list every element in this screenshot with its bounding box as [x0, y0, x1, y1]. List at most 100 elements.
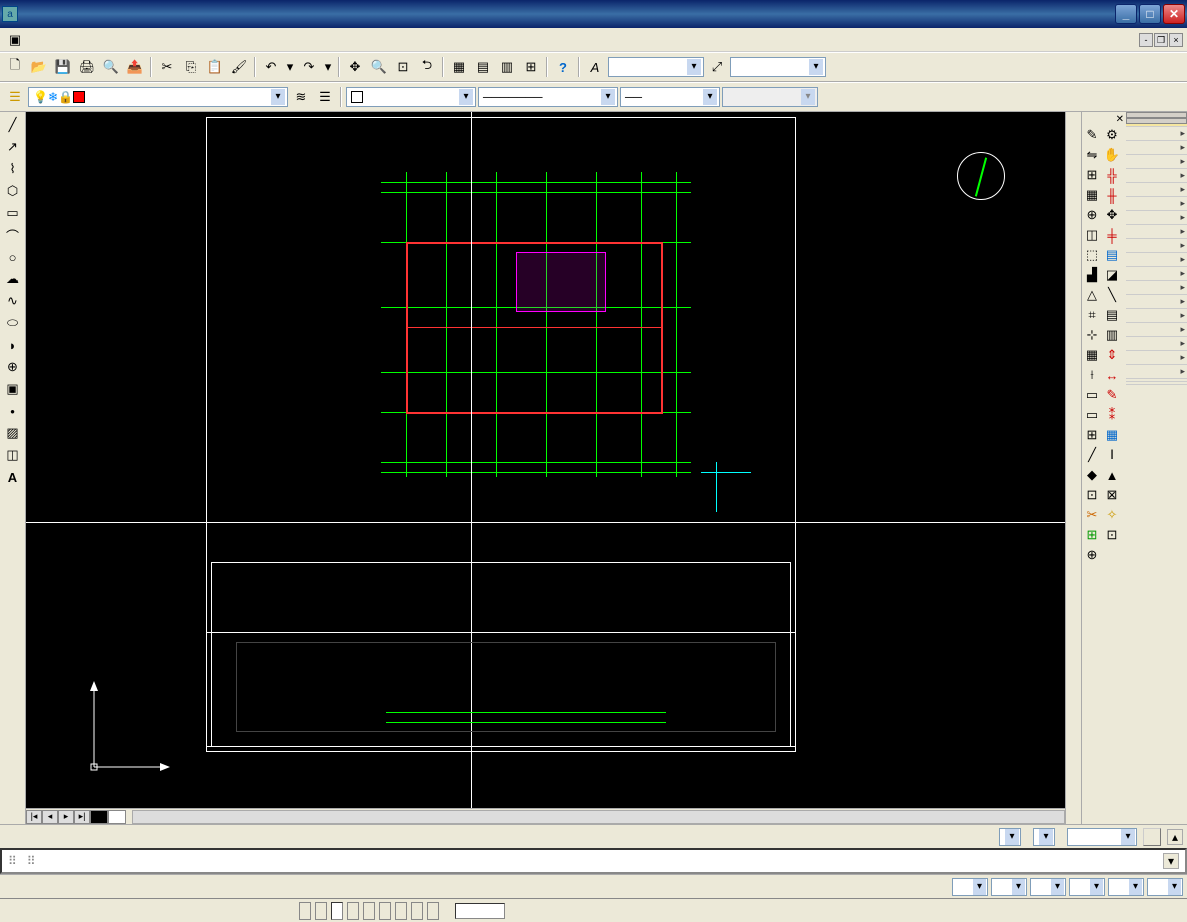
scroll-first[interactable]: |◂	[26, 810, 42, 824]
menu-tools[interactable]	[86, 38, 98, 42]
tssd-item-solid[interactable]: ▸	[1126, 351, 1187, 365]
textstyle-icon[interactable]: A	[584, 56, 606, 78]
plot-scale-combo[interactable]	[1033, 828, 1055, 846]
rt-balc-icon[interactable]: ◪	[1102, 265, 1122, 285]
scroll-next[interactable]: ▸	[58, 810, 74, 824]
ellipse-tool[interactable]: ⬭	[2, 312, 24, 334]
line-tool[interactable]: ╱	[2, 114, 24, 136]
rt-text2-icon[interactable]: ✎	[1102, 385, 1122, 405]
rt-slab2-icon[interactable]: ▤	[1102, 245, 1122, 265]
rectangle-tool[interactable]: ▭	[2, 202, 24, 224]
ellipsearc-tool[interactable]: ◗	[2, 334, 24, 356]
hatch-tool[interactable]: ▨	[2, 422, 24, 444]
draw-scale-combo[interactable]	[999, 828, 1021, 846]
rt-ttool2-icon[interactable]: ⁑	[1102, 405, 1122, 425]
tssd-item-wall[interactable]: ▸	[1126, 183, 1187, 197]
xline-tool[interactable]: ↗	[2, 136, 24, 158]
menu-tstools[interactable]	[230, 38, 242, 42]
rt-line-icon[interactable]: ╲	[1102, 285, 1122, 305]
mdi-restore[interactable]: ❐	[1154, 33, 1168, 47]
layer-prev-button[interactable]: ≋	[290, 86, 312, 108]
cut-button[interactable]: ✂	[156, 56, 178, 78]
revcloud-tool[interactable]: ☁	[2, 268, 24, 290]
dimstyle-icon[interactable]: ⤢	[706, 56, 728, 78]
rt-grid-icon[interactable]: ╬	[1102, 165, 1122, 185]
lwt-toggle[interactable]	[395, 902, 407, 920]
dbconnect-button[interactable]: ⊞	[520, 56, 542, 78]
menu-zoom[interactable]	[182, 38, 194, 42]
plotstyle-combo[interactable]	[722, 87, 818, 107]
region-tool[interactable]: ◫	[2, 444, 24, 466]
combo-a[interactable]	[952, 878, 988, 896]
rt-extra-icon[interactable]: ⊕	[1082, 545, 1102, 565]
menu-insert[interactable]	[62, 38, 74, 42]
rt-text-icon[interactable]: ▭	[1082, 385, 1102, 405]
mdi-close[interactable]: ×	[1169, 33, 1183, 47]
mdi-minimize[interactable]: -	[1139, 33, 1153, 47]
arc-tool[interactable]: ⌒	[2, 224, 24, 246]
rt-solid2-icon[interactable]: ▲	[1102, 465, 1122, 485]
rt-solid-icon[interactable]: ◆	[1082, 465, 1102, 485]
rt-beam-icon[interactable]: ⊕	[1082, 205, 1102, 225]
rt-slab-icon[interactable]: ⬚	[1082, 245, 1102, 265]
layer-combo[interactable]: 💡❄🔒	[28, 87, 288, 107]
circle-tool[interactable]: ○	[2, 246, 24, 268]
rt-symbol2-icon[interactable]: ✧	[1102, 505, 1122, 525]
rt-symbol-icon[interactable]: ✂	[1082, 505, 1102, 525]
rt-table-icon[interactable]: ⊞	[1082, 425, 1102, 445]
redo-dropdown[interactable]: ▾	[322, 56, 334, 78]
panel-close-icon[interactable]: ✕	[1082, 114, 1126, 125]
tssd-item-table[interactable]: ▸	[1126, 323, 1187, 337]
preview-button[interactable]: 🔍	[100, 56, 122, 78]
minimize-button[interactable]: _	[1115, 4, 1137, 24]
help-button-2[interactable]	[1143, 828, 1161, 846]
rt-found-icon[interactable]: △	[1082, 285, 1102, 305]
menu-tsplane[interactable]	[158, 38, 170, 42]
scroll-last[interactable]: ▸|	[74, 810, 90, 824]
rt-wall-icon[interactable]: ◫	[1082, 225, 1102, 245]
rt-table2-icon[interactable]: ▦	[1102, 425, 1122, 445]
publish-button[interactable]: 📤	[124, 56, 146, 78]
rt-calc-icon[interactable]: ⌗	[1082, 305, 1102, 325]
tssd-item-rebar[interactable]: ▸	[1126, 253, 1187, 267]
tssd-item-column[interactable]: ▸	[1126, 155, 1187, 169]
dimstyle-combo[interactable]	[730, 57, 826, 77]
redo-button[interactable]: ↷	[298, 56, 320, 78]
zoom-window-button[interactable]: ⊡	[392, 56, 414, 78]
tssd-item-library[interactable]	[1126, 382, 1187, 385]
tssd-item-found[interactable]: ▸	[1126, 225, 1187, 239]
rt-hand-icon[interactable]: ✋	[1102, 145, 1122, 165]
copy-button[interactable]: ⎘	[180, 56, 202, 78]
match-button[interactable]: 🖌	[228, 56, 250, 78]
rt-walll-icon[interactable]: ╪	[1102, 225, 1122, 245]
otrack-toggle[interactable]	[379, 902, 391, 920]
rt-pencil-icon[interactable]: ✎	[1082, 125, 1102, 145]
menu-help[interactable]	[146, 38, 158, 42]
tab-model[interactable]	[90, 810, 108, 824]
app-menu-icon[interactable]: ▣	[4, 29, 26, 51]
block-tool[interactable]: ▣	[2, 378, 24, 400]
tab-layout1[interactable]	[108, 810, 126, 824]
tssd-item-axis[interactable]: ▸	[1126, 141, 1187, 155]
tssd-item-stair[interactable]: ▸	[1126, 211, 1187, 225]
lw-input[interactable]	[455, 903, 505, 919]
combo-b[interactable]	[991, 878, 1027, 896]
menu-file[interactable]	[26, 38, 38, 42]
polygon-tool[interactable]: ⬡	[2, 180, 24, 202]
hscrollbar[interactable]	[132, 810, 1065, 824]
tssd-item-dim[interactable]: ▸	[1126, 281, 1187, 295]
menu-dimension[interactable]	[110, 38, 122, 42]
menu-window[interactable]	[134, 38, 146, 42]
rt-lib-icon[interactable]: ⊞	[1082, 525, 1102, 545]
menu-convert[interactable]	[206, 38, 218, 42]
rt-rtool2-icon[interactable]: ⇕	[1102, 345, 1122, 365]
zoom-realtime-button[interactable]: 🔍	[368, 56, 390, 78]
properties-button[interactable]: ▦	[448, 56, 470, 78]
combo-f[interactable]	[1147, 878, 1183, 896]
textstyle-combo[interactable]	[608, 57, 704, 77]
layer-states-button[interactable]: ☰	[314, 86, 336, 108]
maximize-button[interactable]: □	[1139, 4, 1161, 24]
mtext-tool[interactable]: A	[2, 466, 24, 488]
draw-state-combo[interactable]	[1067, 828, 1137, 846]
snap-toggle[interactable]	[299, 902, 311, 920]
